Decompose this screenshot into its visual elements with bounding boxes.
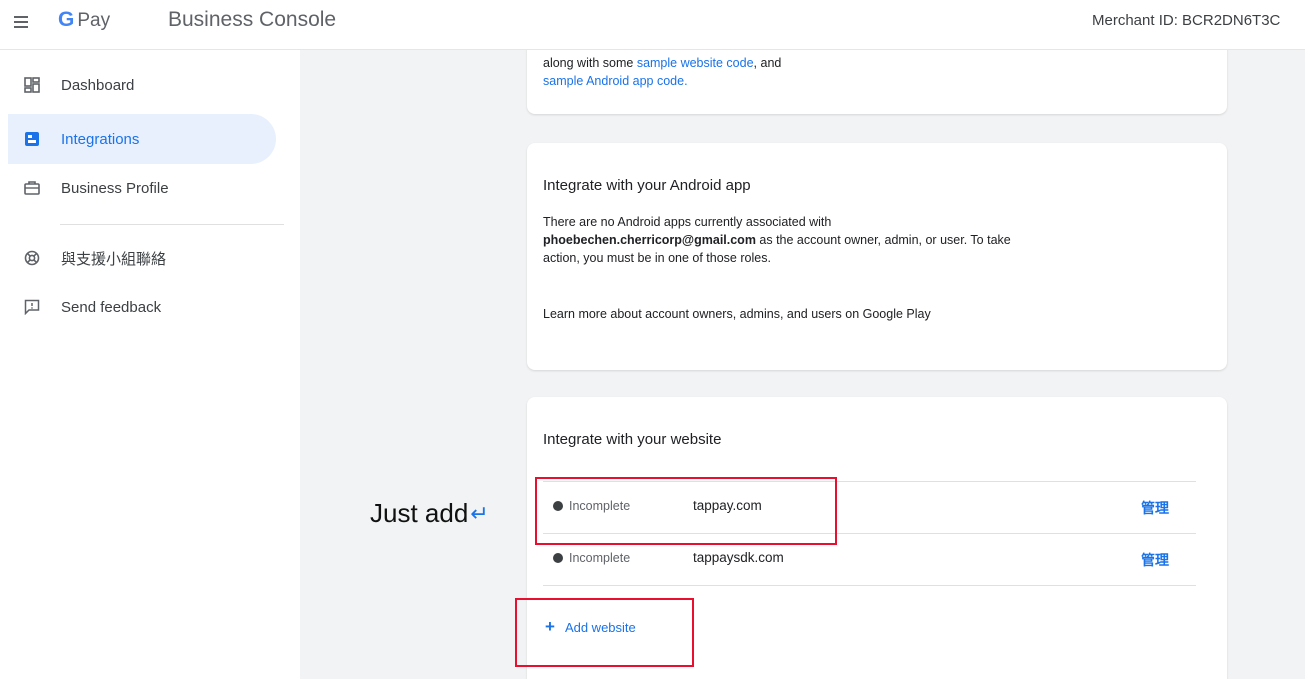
website-card-title: Integrate with your website <box>543 431 722 448</box>
sample-code-card: along with some sample website code, and… <box>527 50 1227 114</box>
sidebar-item-label: Business Profile <box>61 179 169 197</box>
manage-button[interactable]: 管理 <box>1141 550 1169 570</box>
status-badge: Incomplete <box>553 551 630 565</box>
website-domain: tappaysdk.com <box>693 550 784 565</box>
support-icon <box>24 250 40 266</box>
manage-button[interactable]: 管理 <box>1141 498 1169 518</box>
sidebar-item-dashboard[interactable]: Dashboard <box>8 60 276 110</box>
main-content[interactable]: along with some sample website code, and… <box>300 50 1305 679</box>
feedback-icon <box>24 299 40 315</box>
sidebar-item-support[interactable]: 與支援小組聯絡 <box>8 233 276 283</box>
gpay-logo[interactable]: G Pay <box>58 8 110 32</box>
sample-website-code-link[interactable]: sample website code <box>637 56 754 70</box>
status-dot-icon <box>553 553 563 563</box>
android-card-title: Integrate with your Android app <box>543 177 751 194</box>
sidebar-item-label: Integrations <box>61 130 140 148</box>
briefcase-icon <box>24 181 40 195</box>
merchant-id: Merchant ID: BCR2DN6T3C <box>1092 12 1281 29</box>
android-card-description: There are no Android apps currently asso… <box>543 213 1011 267</box>
sidebar-item-label: Dashboard <box>61 76 135 94</box>
android-text-line3: action, you must be in one of those role… <box>543 251 771 265</box>
dashboard-icon <box>24 77 40 93</box>
hamburger-menu-icon[interactable] <box>12 12 34 34</box>
annotation-note: Just add ↵ <box>370 498 489 529</box>
highlight-box-website-row <box>535 477 837 545</box>
android-text-line2: as the account owner, admin, or user. To… <box>755 233 1011 247</box>
app-root: G Pay Business Console Merchant ID: BCR2… <box>0 0 1305 679</box>
highlight-box-add-website <box>515 598 694 667</box>
sidebar-nav: Dashboard Integrations Business Profile <box>0 50 300 679</box>
app-title: Business Console <box>168 8 337 31</box>
sample-code-text-pre: along with some <box>543 56 637 70</box>
pay-wordmark: Pay <box>77 10 111 31</box>
sidebar-item-send-feedback[interactable]: Send feedback <box>8 282 276 332</box>
sidebar-divider <box>60 224 284 225</box>
sidebar-item-business-profile[interactable]: Business Profile <box>8 163 276 213</box>
android-text-line1: There are no Android apps currently asso… <box>543 215 832 229</box>
learn-more-link[interactable]: Learn more about account owners, admins,… <box>543 305 931 323</box>
sidebar-item-integrations[interactable]: Integrations <box>8 114 276 164</box>
top-bar: G Pay Business Console Merchant ID: BCR2… <box>0 0 1305 50</box>
sidebar-item-label: 與支援小組聯絡 <box>61 250 167 268</box>
android-integration-card: Integrate with your Android app There ar… <box>527 143 1227 370</box>
sample-code-text: along with some sample website code, and… <box>543 54 781 90</box>
sample-android-code-link[interactable]: sample Android app code. <box>543 74 688 88</box>
owner-email: phoebechen.cherricorp@gmail.com <box>543 233 756 247</box>
row-divider <box>543 585 1196 586</box>
return-arrow-icon: ↵ <box>470 500 489 526</box>
google-g-logo: G <box>58 8 75 31</box>
sidebar-item-label: Send feedback <box>61 298 162 316</box>
sample-code-text-post: , and <box>753 56 782 70</box>
integrations-icon <box>25 132 39 146</box>
status-text: Incomplete <box>569 551 631 565</box>
annotation-text: Just add <box>370 498 469 528</box>
